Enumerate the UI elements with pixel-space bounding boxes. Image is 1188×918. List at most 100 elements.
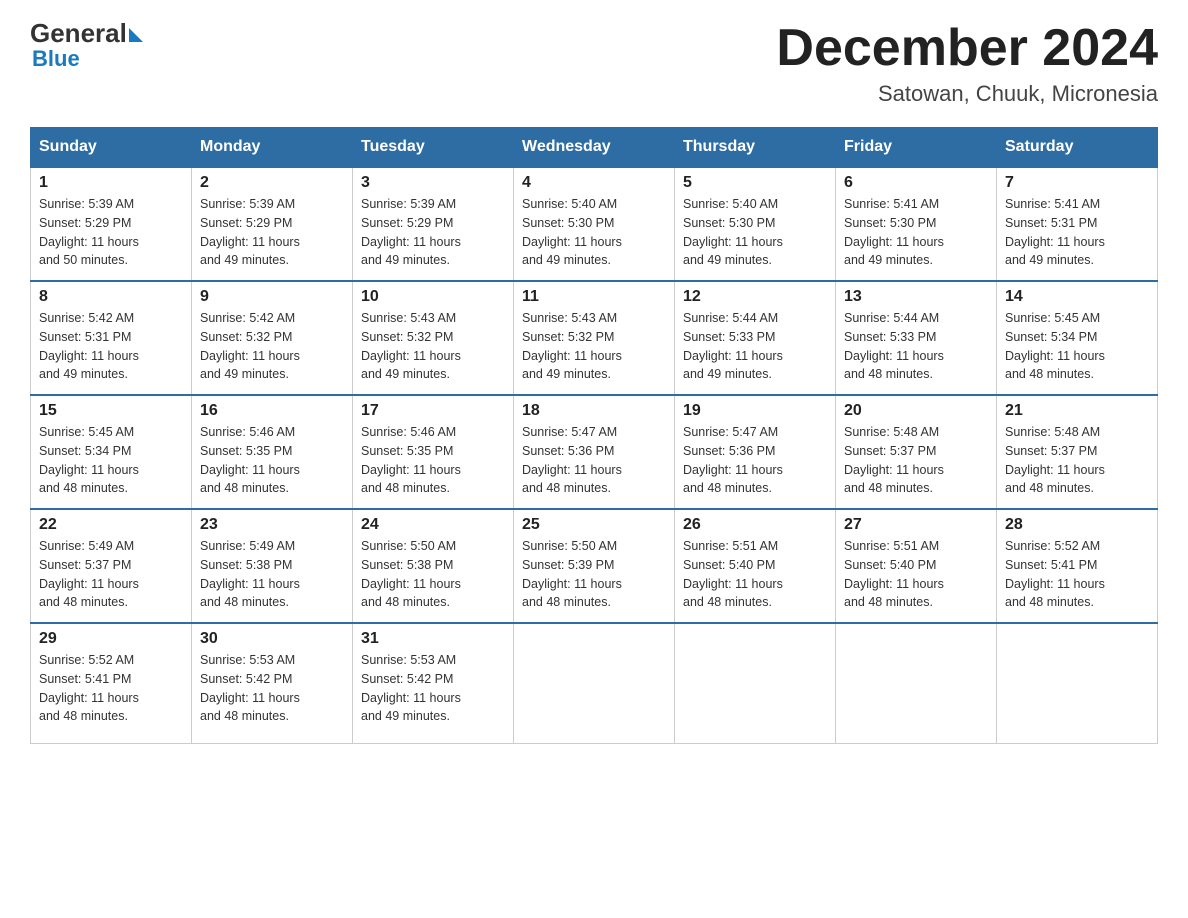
calendar-table: SundayMondayTuesdayWednesdayThursdayFrid… bbox=[30, 127, 1158, 744]
calendar-header-wednesday: Wednesday bbox=[514, 128, 675, 168]
day-number: 13 bbox=[844, 288, 988, 306]
day-info: Sunrise: 5:50 AMSunset: 5:38 PMDaylight:… bbox=[361, 539, 461, 609]
day-number: 12 bbox=[683, 288, 827, 306]
day-number: 26 bbox=[683, 516, 827, 534]
day-info: Sunrise: 5:44 AMSunset: 5:33 PMDaylight:… bbox=[683, 311, 783, 381]
calendar-cell bbox=[836, 623, 997, 743]
calendar-week-3: 15 Sunrise: 5:45 AMSunset: 5:34 PMDaylig… bbox=[31, 395, 1158, 509]
calendar-cell: 14 Sunrise: 5:45 AMSunset: 5:34 PMDaylig… bbox=[997, 281, 1158, 395]
calendar-header-sunday: Sunday bbox=[31, 128, 192, 168]
calendar-cell: 15 Sunrise: 5:45 AMSunset: 5:34 PMDaylig… bbox=[31, 395, 192, 509]
day-number: 4 bbox=[522, 174, 666, 192]
day-info: Sunrise: 5:40 AMSunset: 5:30 PMDaylight:… bbox=[683, 197, 783, 267]
day-info: Sunrise: 5:44 AMSunset: 5:33 PMDaylight:… bbox=[844, 311, 944, 381]
calendar-cell: 6 Sunrise: 5:41 AMSunset: 5:30 PMDayligh… bbox=[836, 167, 997, 281]
calendar-cell: 18 Sunrise: 5:47 AMSunset: 5:36 PMDaylig… bbox=[514, 395, 675, 509]
day-number: 22 bbox=[39, 516, 183, 534]
day-number: 31 bbox=[361, 630, 505, 648]
day-info: Sunrise: 5:46 AMSunset: 5:35 PMDaylight:… bbox=[200, 425, 300, 495]
day-info: Sunrise: 5:42 AMSunset: 5:32 PMDaylight:… bbox=[200, 311, 300, 381]
calendar-cell: 29 Sunrise: 5:52 AMSunset: 5:41 PMDaylig… bbox=[31, 623, 192, 743]
day-info: Sunrise: 5:46 AMSunset: 5:35 PMDaylight:… bbox=[361, 425, 461, 495]
calendar-cell: 28 Sunrise: 5:52 AMSunset: 5:41 PMDaylig… bbox=[997, 509, 1158, 623]
calendar-week-5: 29 Sunrise: 5:52 AMSunset: 5:41 PMDaylig… bbox=[31, 623, 1158, 743]
page-subtitle: Satowan, Chuuk, Micronesia bbox=[776, 81, 1158, 107]
calendar-week-1: 1 Sunrise: 5:39 AMSunset: 5:29 PMDayligh… bbox=[31, 167, 1158, 281]
day-number: 30 bbox=[200, 630, 344, 648]
calendar-header-friday: Friday bbox=[836, 128, 997, 168]
calendar-header-saturday: Saturday bbox=[997, 128, 1158, 168]
calendar-cell: 24 Sunrise: 5:50 AMSunset: 5:38 PMDaylig… bbox=[353, 509, 514, 623]
calendar-cell: 4 Sunrise: 5:40 AMSunset: 5:30 PMDayligh… bbox=[514, 167, 675, 281]
day-info: Sunrise: 5:48 AMSunset: 5:37 PMDaylight:… bbox=[844, 425, 944, 495]
day-info: Sunrise: 5:50 AMSunset: 5:39 PMDaylight:… bbox=[522, 539, 622, 609]
day-number: 8 bbox=[39, 288, 183, 306]
calendar-cell: 12 Sunrise: 5:44 AMSunset: 5:33 PMDaylig… bbox=[675, 281, 836, 395]
calendar-cell: 25 Sunrise: 5:50 AMSunset: 5:39 PMDaylig… bbox=[514, 509, 675, 623]
day-info: Sunrise: 5:40 AMSunset: 5:30 PMDaylight:… bbox=[522, 197, 622, 267]
day-number: 2 bbox=[200, 174, 344, 192]
calendar-cell: 8 Sunrise: 5:42 AMSunset: 5:31 PMDayligh… bbox=[31, 281, 192, 395]
day-info: Sunrise: 5:48 AMSunset: 5:37 PMDaylight:… bbox=[1005, 425, 1105, 495]
day-number: 11 bbox=[522, 288, 666, 306]
calendar-header-row: SundayMondayTuesdayWednesdayThursdayFrid… bbox=[31, 128, 1158, 168]
calendar-cell: 26 Sunrise: 5:51 AMSunset: 5:40 PMDaylig… bbox=[675, 509, 836, 623]
day-number: 5 bbox=[683, 174, 827, 192]
logo-general: General bbox=[30, 20, 127, 46]
logo: General Blue bbox=[30, 20, 143, 72]
calendar-cell: 5 Sunrise: 5:40 AMSunset: 5:30 PMDayligh… bbox=[675, 167, 836, 281]
day-number: 24 bbox=[361, 516, 505, 534]
day-number: 3 bbox=[361, 174, 505, 192]
day-info: Sunrise: 5:47 AMSunset: 5:36 PMDaylight:… bbox=[683, 425, 783, 495]
calendar-header-tuesday: Tuesday bbox=[353, 128, 514, 168]
day-number: 23 bbox=[200, 516, 344, 534]
day-info: Sunrise: 5:52 AMSunset: 5:41 PMDaylight:… bbox=[39, 653, 139, 723]
calendar-header-thursday: Thursday bbox=[675, 128, 836, 168]
day-info: Sunrise: 5:41 AMSunset: 5:31 PMDaylight:… bbox=[1005, 197, 1105, 267]
calendar-cell: 7 Sunrise: 5:41 AMSunset: 5:31 PMDayligh… bbox=[997, 167, 1158, 281]
day-info: Sunrise: 5:43 AMSunset: 5:32 PMDaylight:… bbox=[522, 311, 622, 381]
day-number: 15 bbox=[39, 402, 183, 420]
calendar-cell: 21 Sunrise: 5:48 AMSunset: 5:37 PMDaylig… bbox=[997, 395, 1158, 509]
day-number: 6 bbox=[844, 174, 988, 192]
day-info: Sunrise: 5:45 AMSunset: 5:34 PMDaylight:… bbox=[39, 425, 139, 495]
day-number: 19 bbox=[683, 402, 827, 420]
day-number: 14 bbox=[1005, 288, 1149, 306]
day-number: 29 bbox=[39, 630, 183, 648]
logo-triangle-icon bbox=[129, 28, 143, 42]
calendar-cell: 22 Sunrise: 5:49 AMSunset: 5:37 PMDaylig… bbox=[31, 509, 192, 623]
calendar-cell: 13 Sunrise: 5:44 AMSunset: 5:33 PMDaylig… bbox=[836, 281, 997, 395]
day-info: Sunrise: 5:47 AMSunset: 5:36 PMDaylight:… bbox=[522, 425, 622, 495]
day-number: 10 bbox=[361, 288, 505, 306]
day-number: 1 bbox=[39, 174, 183, 192]
calendar-cell: 31 Sunrise: 5:53 AMSunset: 5:42 PMDaylig… bbox=[353, 623, 514, 743]
calendar-cell: 3 Sunrise: 5:39 AMSunset: 5:29 PMDayligh… bbox=[353, 167, 514, 281]
day-info: Sunrise: 5:52 AMSunset: 5:41 PMDaylight:… bbox=[1005, 539, 1105, 609]
day-info: Sunrise: 5:49 AMSunset: 5:38 PMDaylight:… bbox=[200, 539, 300, 609]
day-info: Sunrise: 5:43 AMSunset: 5:32 PMDaylight:… bbox=[361, 311, 461, 381]
calendar-cell: 17 Sunrise: 5:46 AMSunset: 5:35 PMDaylig… bbox=[353, 395, 514, 509]
day-number: 25 bbox=[522, 516, 666, 534]
calendar-cell bbox=[675, 623, 836, 743]
calendar-week-2: 8 Sunrise: 5:42 AMSunset: 5:31 PMDayligh… bbox=[31, 281, 1158, 395]
calendar-cell: 10 Sunrise: 5:43 AMSunset: 5:32 PMDaylig… bbox=[353, 281, 514, 395]
calendar-cell: 9 Sunrise: 5:42 AMSunset: 5:32 PMDayligh… bbox=[192, 281, 353, 395]
day-number: 28 bbox=[1005, 516, 1149, 534]
day-info: Sunrise: 5:45 AMSunset: 5:34 PMDaylight:… bbox=[1005, 311, 1105, 381]
page-title: December 2024 bbox=[776, 20, 1158, 77]
calendar-cell: 2 Sunrise: 5:39 AMSunset: 5:29 PMDayligh… bbox=[192, 167, 353, 281]
day-info: Sunrise: 5:53 AMSunset: 5:42 PMDaylight:… bbox=[361, 653, 461, 723]
day-info: Sunrise: 5:51 AMSunset: 5:40 PMDaylight:… bbox=[683, 539, 783, 609]
calendar-week-4: 22 Sunrise: 5:49 AMSunset: 5:37 PMDaylig… bbox=[31, 509, 1158, 623]
title-block: December 2024 Satowan, Chuuk, Micronesia bbox=[776, 20, 1158, 107]
calendar-cell: 23 Sunrise: 5:49 AMSunset: 5:38 PMDaylig… bbox=[192, 509, 353, 623]
page-header: General Blue December 2024 Satowan, Chuu… bbox=[30, 20, 1158, 107]
day-info: Sunrise: 5:42 AMSunset: 5:31 PMDaylight:… bbox=[39, 311, 139, 381]
calendar-cell: 30 Sunrise: 5:53 AMSunset: 5:42 PMDaylig… bbox=[192, 623, 353, 743]
calendar-cell bbox=[514, 623, 675, 743]
day-info: Sunrise: 5:41 AMSunset: 5:30 PMDaylight:… bbox=[844, 197, 944, 267]
calendar-header-monday: Monday bbox=[192, 128, 353, 168]
day-number: 16 bbox=[200, 402, 344, 420]
calendar-cell: 1 Sunrise: 5:39 AMSunset: 5:29 PMDayligh… bbox=[31, 167, 192, 281]
day-number: 17 bbox=[361, 402, 505, 420]
